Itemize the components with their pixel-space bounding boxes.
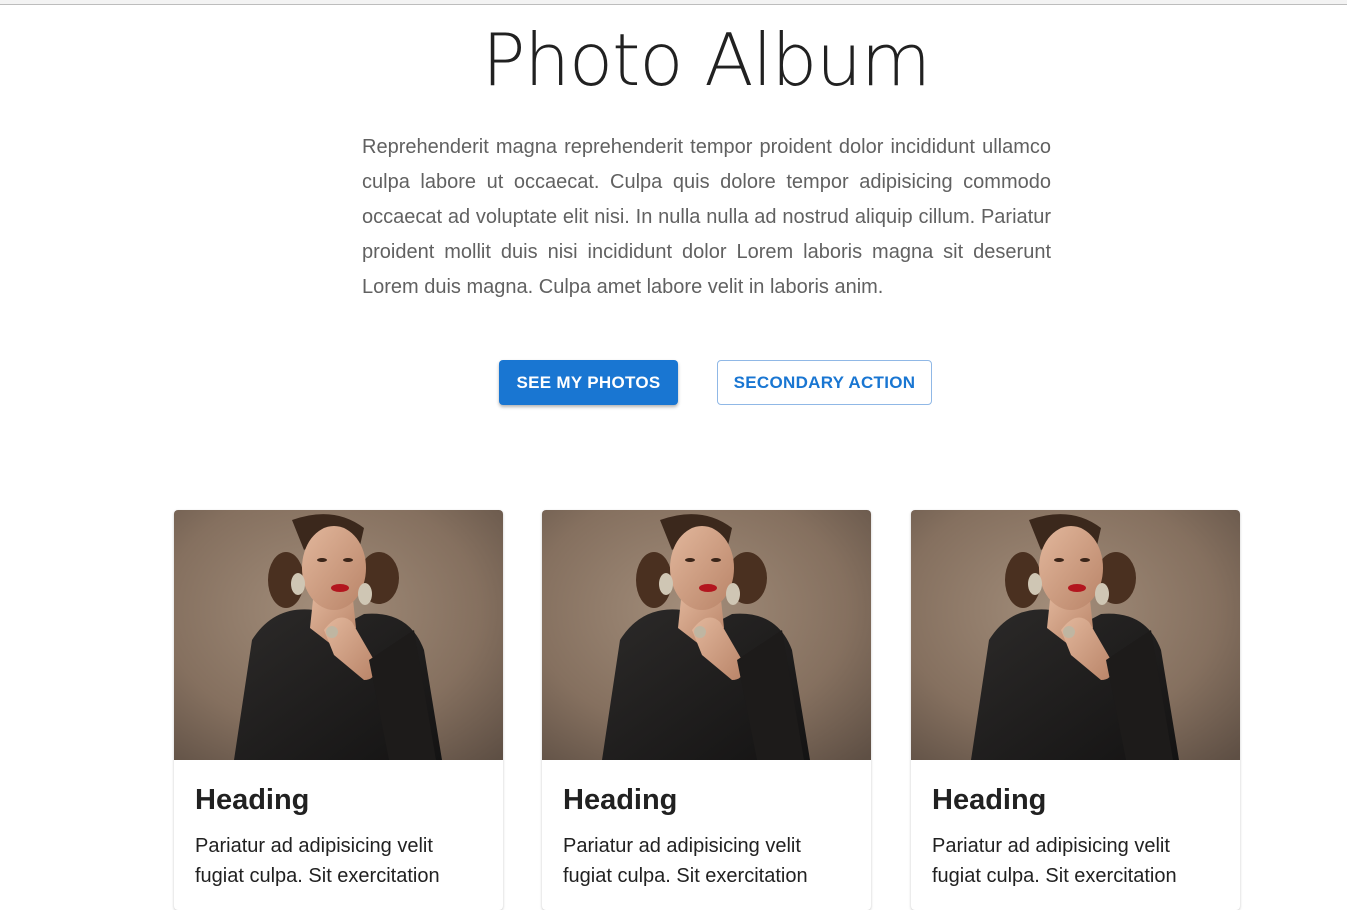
secondary-action-button[interactable]: SECONDARY ACTION — [717, 360, 932, 405]
card-heading: Heading — [932, 784, 1047, 816]
photo-card: Heading Pariatur ad adipisicing velit fu… — [174, 510, 503, 910]
photo-card: Heading Pariatur ad adipisicing velit fu… — [911, 510, 1240, 910]
page-title: Photo Album — [482, 18, 931, 102]
see-my-photos-button[interactable]: SEE MY PHOTOS — [499, 360, 678, 405]
photo-card: Heading Pariatur ad adipisicing velit fu… — [542, 510, 871, 910]
card-text: Pariatur ad adipisicing velit fugiat cul… — [563, 835, 808, 887]
album-description: Reprehenderit magna reprehenderit tempor… — [362, 136, 1051, 298]
card-text: Pariatur ad adipisicing velit fugiat cul… — [195, 835, 440, 887]
card-photo — [174, 510, 503, 760]
card-heading: Heading — [563, 784, 678, 816]
browser-top-edge — [0, 0, 1347, 5]
card-text: Pariatur ad adipisicing velit fugiat cul… — [932, 835, 1177, 887]
card-heading: Heading — [195, 784, 310, 816]
card-photo — [542, 510, 871, 760]
card-photo — [911, 510, 1240, 760]
